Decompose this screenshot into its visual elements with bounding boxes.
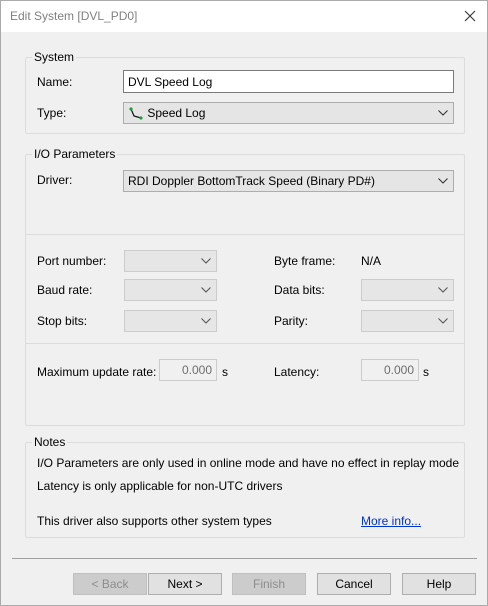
chevron-down-icon	[438, 318, 448, 324]
next-button[interactable]: Next >	[148, 573, 222, 595]
chevron-down-icon	[201, 287, 211, 293]
driver-label: Driver:	[37, 173, 73, 187]
latency-field[interactable]: 0.000	[361, 359, 419, 381]
latency-unit: s	[423, 365, 429, 379]
chevron-down-icon	[438, 178, 448, 184]
close-icon	[464, 10, 476, 22]
stop-bits-label: Stop bits:	[37, 314, 88, 328]
type-label: Type:	[37, 106, 67, 120]
port-number-label: Port number:	[37, 254, 107, 268]
name-field[interactable]	[123, 70, 454, 93]
data-bits-select[interactable]	[361, 279, 454, 301]
finish-button[interactable]: Finish	[232, 573, 306, 595]
baud-rate-select[interactable]	[124, 279, 217, 301]
stop-bits-select[interactable]	[124, 310, 217, 332]
notes-group-title: Notes	[32, 435, 68, 450]
note-line-3: This driver also supports other system t…	[37, 514, 272, 528]
chevron-down-icon	[438, 287, 448, 293]
title-bar: Edit System [DVL_PD0]	[1, 1, 487, 32]
latency-label: Latency:	[274, 365, 320, 379]
max-update-rate-label: Maximum update rate:	[37, 365, 157, 379]
chevron-down-icon	[438, 110, 448, 116]
byte-frame-label: Byte frame:	[274, 254, 336, 268]
type-select-value: Speed Log	[128, 106, 205, 121]
note-line-2: Latency is only applicable for non-UTC d…	[37, 479, 283, 493]
io-group-title: I/O Parameters	[32, 147, 118, 162]
cancel-button[interactable]: Cancel	[317, 573, 391, 595]
note-line-1: I/O Parameters are only used in online m…	[37, 456, 460, 470]
edit-system-dialog: Edit System [DVL_PD0] System Name: Type:…	[0, 0, 488, 606]
speed-log-icon	[129, 107, 143, 120]
parity-select[interactable]	[361, 310, 454, 332]
back-button[interactable]: < Back	[73, 573, 147, 595]
close-button[interactable]	[459, 5, 481, 27]
chevron-down-icon	[201, 258, 211, 264]
byte-frame-value: N/A	[361, 254, 382, 268]
system-group-title: System	[32, 50, 77, 65]
max-update-rate-unit: s	[222, 365, 228, 379]
chevron-down-icon	[201, 318, 211, 324]
baud-rate-label: Baud rate:	[37, 283, 93, 297]
footer-divider	[12, 558, 477, 559]
port-number-select[interactable]	[124, 250, 217, 272]
data-bits-label: Data bits:	[274, 283, 325, 297]
type-select-text: Speed Log	[147, 106, 206, 120]
help-button[interactable]: Help	[402, 573, 476, 595]
window-title: Edit System [DVL_PD0]	[10, 9, 138, 23]
more-info-link[interactable]: More info...	[361, 514, 421, 529]
parity-label: Parity:	[274, 314, 309, 328]
name-label: Name:	[37, 75, 73, 89]
max-update-rate-field[interactable]: 0.000	[159, 359, 217, 381]
type-select[interactable]: Speed Log	[123, 102, 454, 124]
driver-select-value: RDI Doppler BottomTrack Speed (Binary PD…	[128, 174, 375, 188]
io-divider-2	[26, 343, 464, 344]
driver-select[interactable]: RDI Doppler BottomTrack Speed (Binary PD…	[123, 170, 454, 192]
io-divider	[26, 234, 464, 235]
